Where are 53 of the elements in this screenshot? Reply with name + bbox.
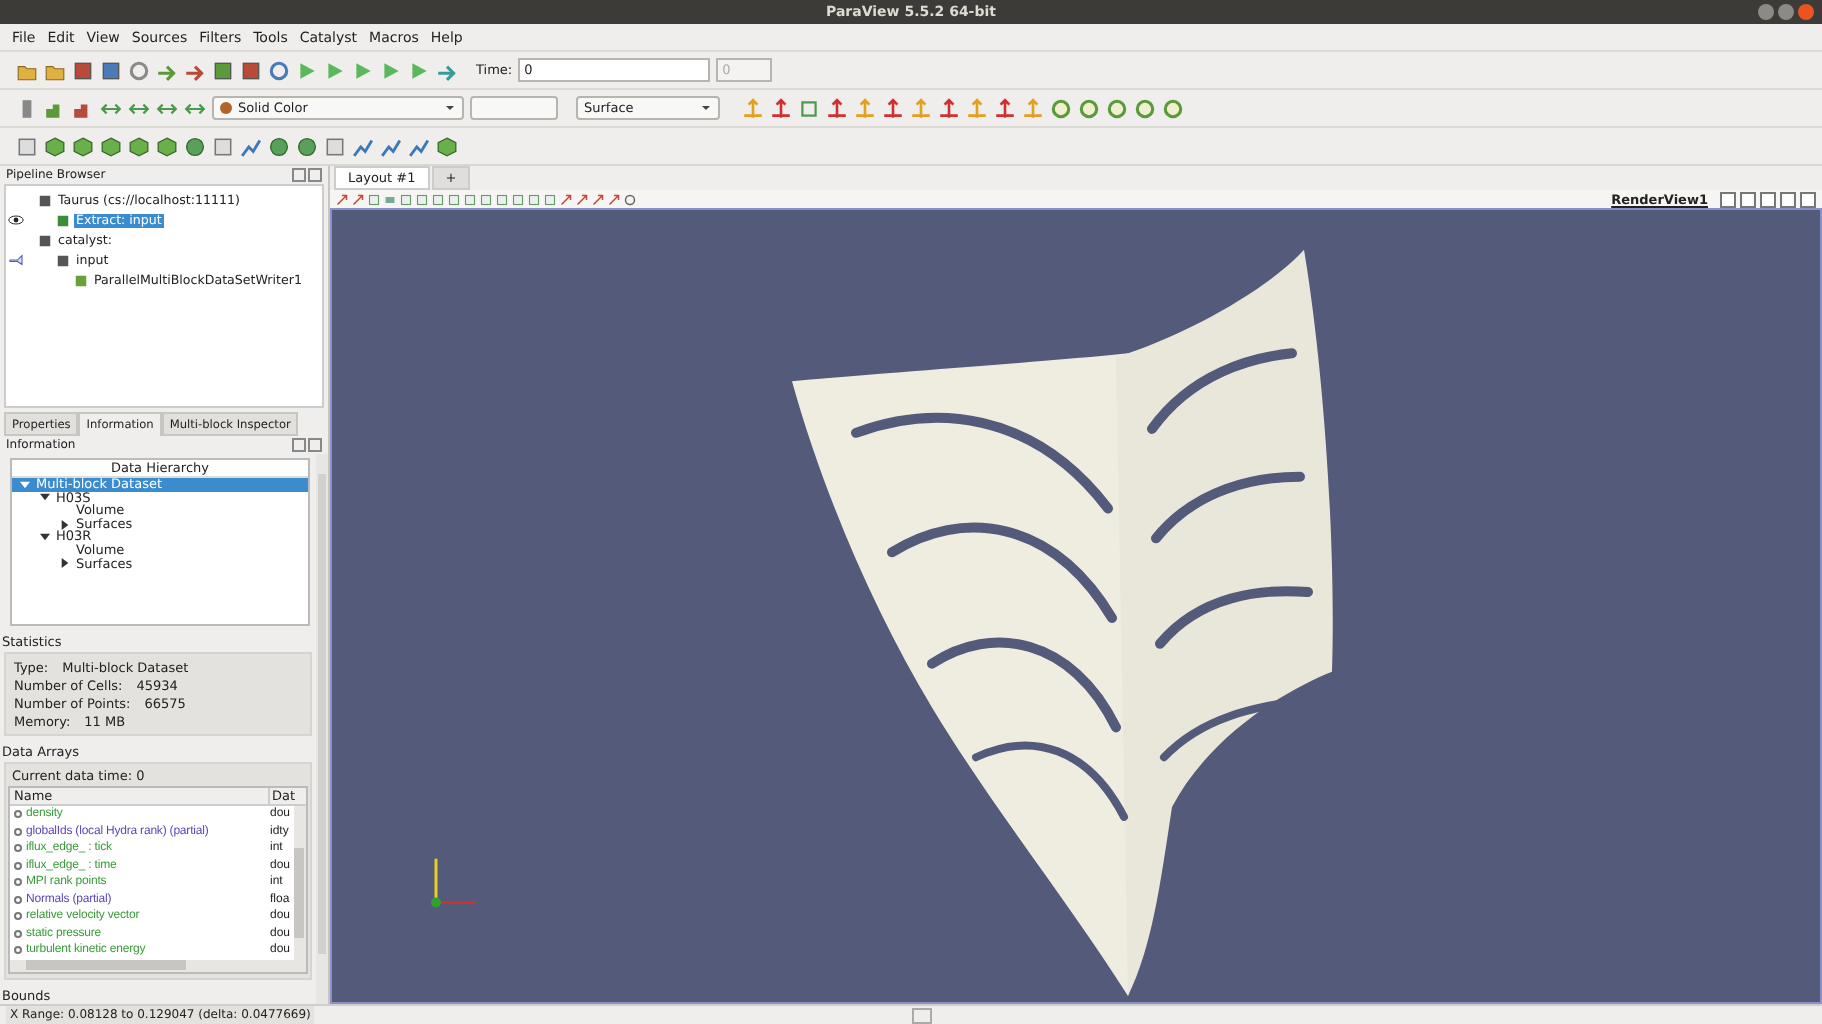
collapsed-arrow-icon[interactable] — [60, 558, 70, 569]
arrow-icon[interactable] — [770, 97, 792, 119]
circle-icon[interactable] — [184, 135, 206, 157]
expanded-arrow-icon[interactable] — [40, 492, 50, 503]
arrow-icon[interactable] — [560, 193, 572, 205]
expanded-arrow-icon[interactable] — [40, 532, 50, 543]
float-button[interactable] — [292, 438, 306, 452]
circle-icon[interactable] — [128, 59, 150, 81]
arrow-icon[interactable] — [826, 97, 848, 119]
close-button[interactable] — [308, 168, 322, 182]
circle-icon[interactable] — [1078, 97, 1100, 119]
circle-icon[interactable] — [1050, 97, 1072, 119]
float-button[interactable] — [292, 168, 306, 182]
close-button[interactable] — [308, 438, 322, 452]
arrow-icon[interactable] — [1022, 97, 1044, 119]
collapsed-arrow-icon[interactable] — [60, 519, 70, 530]
arrow-icon[interactable] — [608, 193, 620, 205]
color-swatch-icon — [220, 102, 232, 114]
circle-icon[interactable] — [1106, 97, 1128, 119]
arrow-icon[interactable] — [742, 97, 764, 119]
horizontal-scrollbar[interactable] — [10, 959, 306, 971]
arrow-icon[interactable] — [854, 97, 876, 119]
arrow-icon[interactable] — [576, 193, 588, 205]
play-icon[interactable] — [408, 59, 430, 81]
close-button[interactable] — [1798, 4, 1814, 20]
arrow-icon[interactable] — [882, 97, 904, 119]
component-dropdown[interactable] — [470, 96, 558, 120]
circle-icon[interactable] — [268, 135, 290, 157]
eye-icon[interactable] — [8, 214, 24, 226]
arrow-icon[interactable] — [910, 97, 932, 119]
minimize-button[interactable] — [1758, 4, 1774, 20]
arrow-icon[interactable] — [994, 97, 1016, 119]
arrow-icon[interactable] — [938, 97, 960, 119]
maximize-button[interactable] — [1778, 4, 1794, 20]
scrollbar[interactable] — [316, 454, 328, 1004]
play-icon[interactable] — [380, 59, 402, 81]
play-icon[interactable] — [324, 59, 346, 81]
circle-icon[interactable] — [1134, 97, 1156, 119]
pointer-icon[interactable] — [8, 254, 24, 266]
circle-icon[interactable] — [296, 135, 318, 157]
circle-icon[interactable] — [624, 193, 636, 205]
scrollbar[interactable] — [294, 806, 306, 959]
axes-triad-drawing — [431, 858, 476, 908]
circle-icon[interactable] — [1162, 97, 1184, 119]
arrow-icon[interactable] — [592, 193, 604, 205]
arrow-icon[interactable] — [352, 193, 364, 205]
render-view[interactable] — [330, 208, 1822, 1004]
play-icon[interactable] — [352, 59, 374, 81]
arrow-icon[interactable] — [336, 193, 348, 205]
play-icon[interactable] — [296, 59, 318, 81]
arrow-icon[interactable] — [966, 97, 988, 119]
circle-icon[interactable] — [268, 59, 290, 81]
resize-grip-icon[interactable] — [911, 1007, 931, 1023]
